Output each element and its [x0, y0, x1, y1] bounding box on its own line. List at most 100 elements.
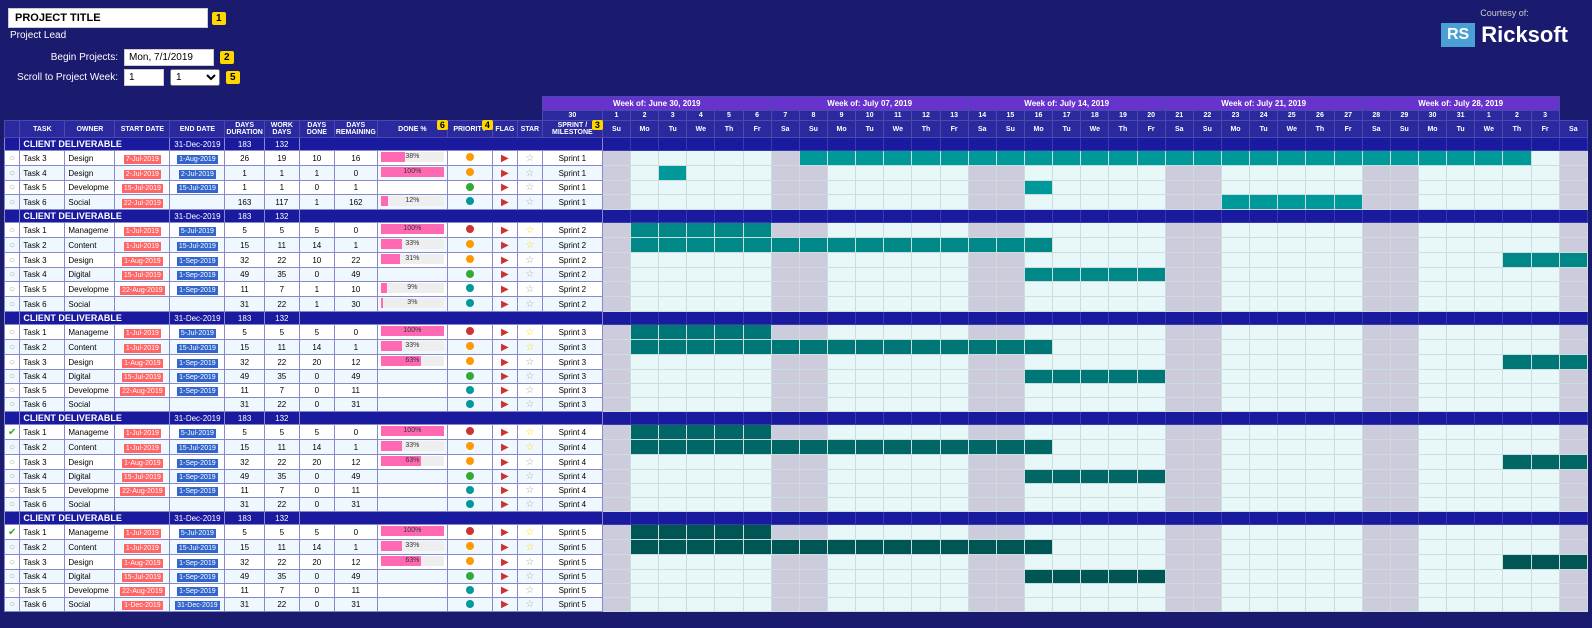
gantt-cell	[1418, 282, 1446, 297]
begin-date-input[interactable]	[124, 49, 214, 66]
gantt-cell	[1531, 540, 1559, 555]
gantt-cell	[715, 238, 743, 253]
task-check[interactable]: ○	[5, 195, 20, 210]
task-name: Task 4	[20, 570, 65, 584]
task-remaining: 49	[334, 570, 377, 584]
task-name: Task 2	[20, 238, 65, 253]
task-check[interactable]: ○	[5, 268, 20, 282]
gantt-cell	[771, 340, 799, 355]
task-check[interactable]: ○	[5, 584, 20, 598]
task-check[interactable]: ○	[5, 484, 20, 498]
task-check[interactable]: ✔	[5, 425, 20, 440]
gantt-cell	[631, 282, 659, 297]
gantt-cell	[602, 540, 630, 555]
gantt-cell	[1278, 370, 1306, 384]
task-check[interactable]: ○	[5, 340, 20, 355]
gantt-cell	[631, 325, 659, 340]
gantt-cell	[1447, 325, 1475, 340]
gantt-cell	[1024, 570, 1052, 584]
task-check[interactable]: ○	[5, 282, 20, 297]
task-check[interactable]: ○	[5, 570, 20, 584]
task-check[interactable]: ○	[5, 540, 20, 555]
gantt-cell	[940, 555, 968, 570]
gantt-cell	[1221, 370, 1249, 384]
task-check[interactable]: ○	[5, 398, 20, 412]
day-3a: 3	[659, 111, 687, 121]
gantt-cell	[1053, 484, 1081, 498]
task-check[interactable]: ○	[5, 440, 20, 455]
gantt-cell	[996, 384, 1024, 398]
scroll-week-select[interactable]: 123	[170, 69, 220, 86]
gantt-cell	[1024, 195, 1052, 210]
gantt-cell	[827, 555, 855, 570]
task-check[interactable]: ○	[5, 223, 20, 238]
gantt-cell	[996, 555, 1024, 570]
gantt-cell	[799, 223, 827, 238]
task-duration: 1	[225, 181, 264, 195]
scroll-week-input[interactable]	[124, 69, 164, 86]
task-start: 22-Aug-2019	[115, 584, 170, 598]
gantt-cell	[1081, 195, 1109, 210]
task-check[interactable]: ○	[5, 598, 20, 612]
task-check[interactable]: ○	[5, 238, 20, 253]
task-check[interactable]: ○	[5, 181, 20, 195]
task-start: 1-Jul-2019	[115, 325, 170, 340]
gantt-cell	[1306, 181, 1334, 195]
task-end: 15-Jul-2019	[170, 540, 225, 555]
gantt-cell	[687, 166, 715, 181]
gantt-cell	[1193, 584, 1221, 598]
task-check[interactable]: ○	[5, 384, 20, 398]
gantt-cell	[1193, 498, 1221, 512]
task-check[interactable]: ○	[5, 370, 20, 384]
task-check[interactable]: ○	[5, 355, 20, 370]
task-star: ☆	[517, 282, 542, 297]
task-row: ○ Task 4 Digital 15-Jul-2019 1-Sep-2019 …	[5, 470, 1588, 484]
gantt-cell	[631, 223, 659, 238]
task-star: ☆	[517, 525, 542, 540]
task-star: ☆	[517, 166, 542, 181]
gantt-cell	[1024, 370, 1052, 384]
week-1-header: Week of: June 30, 2019	[542, 97, 771, 111]
task-check[interactable]: ○	[5, 555, 20, 570]
gantt-cell	[771, 470, 799, 484]
gantt-cell	[1137, 355, 1165, 370]
task-check[interactable]: ○	[5, 498, 20, 512]
task-check[interactable]: ○	[5, 325, 20, 340]
task-workdays: 22	[264, 598, 299, 612]
task-done: 0	[299, 598, 334, 612]
task-check[interactable]: ○	[5, 253, 20, 268]
client-end-date: 31-Dec-2019	[170, 210, 225, 223]
gantt-cell	[1109, 181, 1137, 195]
gantt-cell	[1362, 470, 1390, 484]
task-check[interactable]: ✔	[5, 525, 20, 540]
gantt-cell	[1447, 584, 1475, 598]
gantt-cell	[1418, 555, 1446, 570]
gantt-cell	[968, 484, 996, 498]
gantt-cell	[1278, 151, 1306, 166]
task-check[interactable]: ○	[5, 470, 20, 484]
gantt-cell	[771, 525, 799, 540]
gantt-cell	[1165, 370, 1193, 384]
task-check[interactable]: ○	[5, 297, 20, 312]
gantt-cell	[1447, 282, 1475, 297]
gantt-cell	[687, 484, 715, 498]
task-row: ○ Task 4 Design 2-Jul-2019 2-Jul-2019 1 …	[5, 166, 1588, 181]
task-workdays: 22	[264, 455, 299, 470]
gantt-cell	[1278, 598, 1306, 612]
task-done: 1	[299, 282, 334, 297]
gantt-cell	[1390, 195, 1418, 210]
gantt-cell	[856, 253, 884, 268]
task-check[interactable]: ○	[5, 166, 20, 181]
task-check[interactable]: ○	[5, 151, 20, 166]
task-check[interactable]: ○	[5, 455, 20, 470]
gantt-cell	[1024, 470, 1052, 484]
project-title-text[interactable]: PROJECT TITLE	[8, 8, 208, 28]
main-container: PROJECT TITLE 1 Project Lead Begin Proje…	[0, 0, 1592, 616]
gantt-cell	[1362, 223, 1390, 238]
gantt-cell	[1390, 455, 1418, 470]
gantt-cell	[1362, 425, 1390, 440]
task-priority	[447, 370, 492, 384]
task-sprint: Sprint 4	[542, 440, 602, 455]
task-owner: Social	[65, 598, 115, 612]
gantt-cell	[602, 498, 630, 512]
